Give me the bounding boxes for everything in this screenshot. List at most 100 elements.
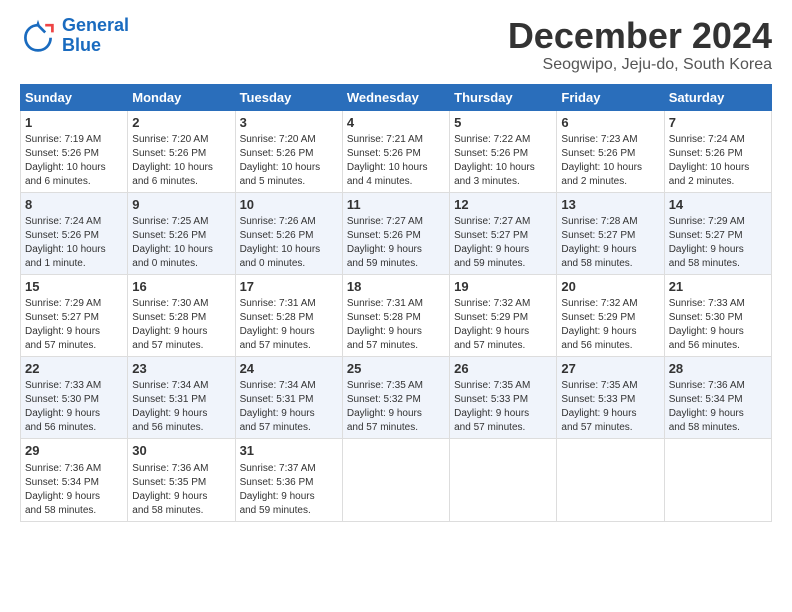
- cell-line: Sunrise: 7:27 AM: [454, 215, 552, 229]
- cell-line: and 5 minutes.: [240, 175, 338, 189]
- cell-line: Sunset: 5:31 PM: [132, 393, 230, 407]
- calendar-cell: 22Sunrise: 7:33 AMSunset: 5:30 PMDayligh…: [21, 357, 128, 439]
- cell-line: Sunrise: 7:36 AM: [132, 462, 230, 476]
- cell-line: Sunrise: 7:24 AM: [25, 215, 123, 229]
- cell-line: Sunrise: 7:29 AM: [669, 215, 767, 229]
- cell-line: Daylight: 9 hours: [25, 490, 123, 504]
- calendar-cell: 13Sunrise: 7:28 AMSunset: 5:27 PMDayligh…: [557, 192, 664, 274]
- calendar-cell: 4Sunrise: 7:21 AMSunset: 5:26 PMDaylight…: [342, 110, 449, 192]
- day-number: 5: [454, 114, 552, 132]
- cell-line: Daylight: 9 hours: [132, 325, 230, 339]
- cell-line: Sunset: 5:29 PM: [454, 311, 552, 325]
- calendar-cell: [664, 439, 771, 521]
- header-row: SundayMondayTuesdayWednesdayThursdayFrid…: [21, 84, 772, 110]
- cell-line: Daylight: 9 hours: [561, 243, 659, 257]
- cell-line: Sunset: 5:33 PM: [561, 393, 659, 407]
- cell-line: and 6 minutes.: [25, 175, 123, 189]
- calendar-cell: 28Sunrise: 7:36 AMSunset: 5:34 PMDayligh…: [664, 357, 771, 439]
- day-number: 22: [25, 360, 123, 378]
- day-number: 7: [669, 114, 767, 132]
- week-row: 1Sunrise: 7:19 AMSunset: 5:26 PMDaylight…: [21, 110, 772, 192]
- calendar-cell: 19Sunrise: 7:32 AMSunset: 5:29 PMDayligh…: [450, 274, 557, 356]
- day-number: 27: [561, 360, 659, 378]
- cell-line: and 57 minutes.: [454, 421, 552, 435]
- cell-line: Sunrise: 7:29 AM: [25, 297, 123, 311]
- cell-line: Daylight: 10 hours: [240, 243, 338, 257]
- cell-line: and 58 minutes.: [561, 257, 659, 271]
- cell-line: Daylight: 9 hours: [240, 407, 338, 421]
- cell-line: Sunrise: 7:19 AM: [25, 133, 123, 147]
- cell-line: and 58 minutes.: [669, 257, 767, 271]
- day-number: 21: [669, 278, 767, 296]
- cell-line: Sunrise: 7:33 AM: [669, 297, 767, 311]
- day-number: 29: [25, 442, 123, 460]
- cell-line: Sunset: 5:26 PM: [240, 147, 338, 161]
- header: General Blue December 2024 Seogwipo, Jej…: [20, 16, 772, 74]
- cell-line: Sunset: 5:34 PM: [669, 393, 767, 407]
- cell-line: Sunset: 5:28 PM: [347, 311, 445, 325]
- logo-line2: Blue: [62, 35, 101, 55]
- cell-line: Sunset: 5:27 PM: [669, 229, 767, 243]
- cell-line: and 1 minute.: [25, 257, 123, 271]
- day-number: 20: [561, 278, 659, 296]
- cell-line: and 58 minutes.: [669, 421, 767, 435]
- calendar-cell: 14Sunrise: 7:29 AMSunset: 5:27 PMDayligh…: [664, 192, 771, 274]
- cell-line: Sunset: 5:28 PM: [132, 311, 230, 325]
- calendar-cell: [342, 439, 449, 521]
- cell-line: and 56 minutes.: [669, 339, 767, 353]
- cell-line: Daylight: 9 hours: [347, 243, 445, 257]
- cell-line: Sunrise: 7:24 AM: [669, 133, 767, 147]
- day-number: 13: [561, 196, 659, 214]
- cell-line: Sunset: 5:27 PM: [25, 311, 123, 325]
- cell-line: Daylight: 9 hours: [240, 490, 338, 504]
- cell-line: Daylight: 9 hours: [347, 407, 445, 421]
- cell-line: Sunrise: 7:37 AM: [240, 462, 338, 476]
- calendar-cell: 21Sunrise: 7:33 AMSunset: 5:30 PMDayligh…: [664, 274, 771, 356]
- cell-line: Daylight: 10 hours: [669, 161, 767, 175]
- header-day: Saturday: [664, 84, 771, 110]
- cell-line: Daylight: 9 hours: [132, 490, 230, 504]
- cell-line: Sunrise: 7:25 AM: [132, 215, 230, 229]
- cell-line: Sunset: 5:26 PM: [132, 147, 230, 161]
- calendar-cell: [450, 439, 557, 521]
- day-number: 2: [132, 114, 230, 132]
- cell-line: Sunset: 5:26 PM: [347, 147, 445, 161]
- header-day: Wednesday: [342, 84, 449, 110]
- day-number: 4: [347, 114, 445, 132]
- cell-line: and 59 minutes.: [240, 504, 338, 518]
- day-number: 18: [347, 278, 445, 296]
- cell-line: Daylight: 9 hours: [25, 407, 123, 421]
- logo-text: General Blue: [62, 16, 129, 56]
- cell-line: and 57 minutes.: [240, 339, 338, 353]
- cell-line: and 57 minutes.: [347, 339, 445, 353]
- cell-line: Sunrise: 7:27 AM: [347, 215, 445, 229]
- cell-line: Daylight: 10 hours: [25, 161, 123, 175]
- cell-line: Sunrise: 7:31 AM: [240, 297, 338, 311]
- day-number: 14: [669, 196, 767, 214]
- calendar-table: SundayMondayTuesdayWednesdayThursdayFrid…: [20, 84, 772, 522]
- day-number: 17: [240, 278, 338, 296]
- header-day: Thursday: [450, 84, 557, 110]
- cell-line: Daylight: 9 hours: [454, 407, 552, 421]
- cell-line: Sunset: 5:36 PM: [240, 476, 338, 490]
- cell-line: and 57 minutes.: [561, 421, 659, 435]
- cell-line: and 59 minutes.: [347, 257, 445, 271]
- header-day: Friday: [557, 84, 664, 110]
- cell-line: Daylight: 9 hours: [132, 407, 230, 421]
- cell-line: Daylight: 10 hours: [25, 243, 123, 257]
- cell-line: Daylight: 10 hours: [454, 161, 552, 175]
- cell-line: Sunset: 5:26 PM: [25, 229, 123, 243]
- page: General Blue December 2024 Seogwipo, Jej…: [0, 0, 792, 612]
- day-number: 15: [25, 278, 123, 296]
- cell-line: and 58 minutes.: [132, 504, 230, 518]
- cell-line: Sunrise: 7:36 AM: [669, 379, 767, 393]
- header-day: Sunday: [21, 84, 128, 110]
- cell-line: Sunset: 5:31 PM: [240, 393, 338, 407]
- cell-line: Daylight: 10 hours: [561, 161, 659, 175]
- calendar-cell: 23Sunrise: 7:34 AMSunset: 5:31 PMDayligh…: [128, 357, 235, 439]
- header-day: Monday: [128, 84, 235, 110]
- calendar-cell: 15Sunrise: 7:29 AMSunset: 5:27 PMDayligh…: [21, 274, 128, 356]
- calendar-cell: 9Sunrise: 7:25 AMSunset: 5:26 PMDaylight…: [128, 192, 235, 274]
- cell-line: and 0 minutes.: [132, 257, 230, 271]
- day-number: 16: [132, 278, 230, 296]
